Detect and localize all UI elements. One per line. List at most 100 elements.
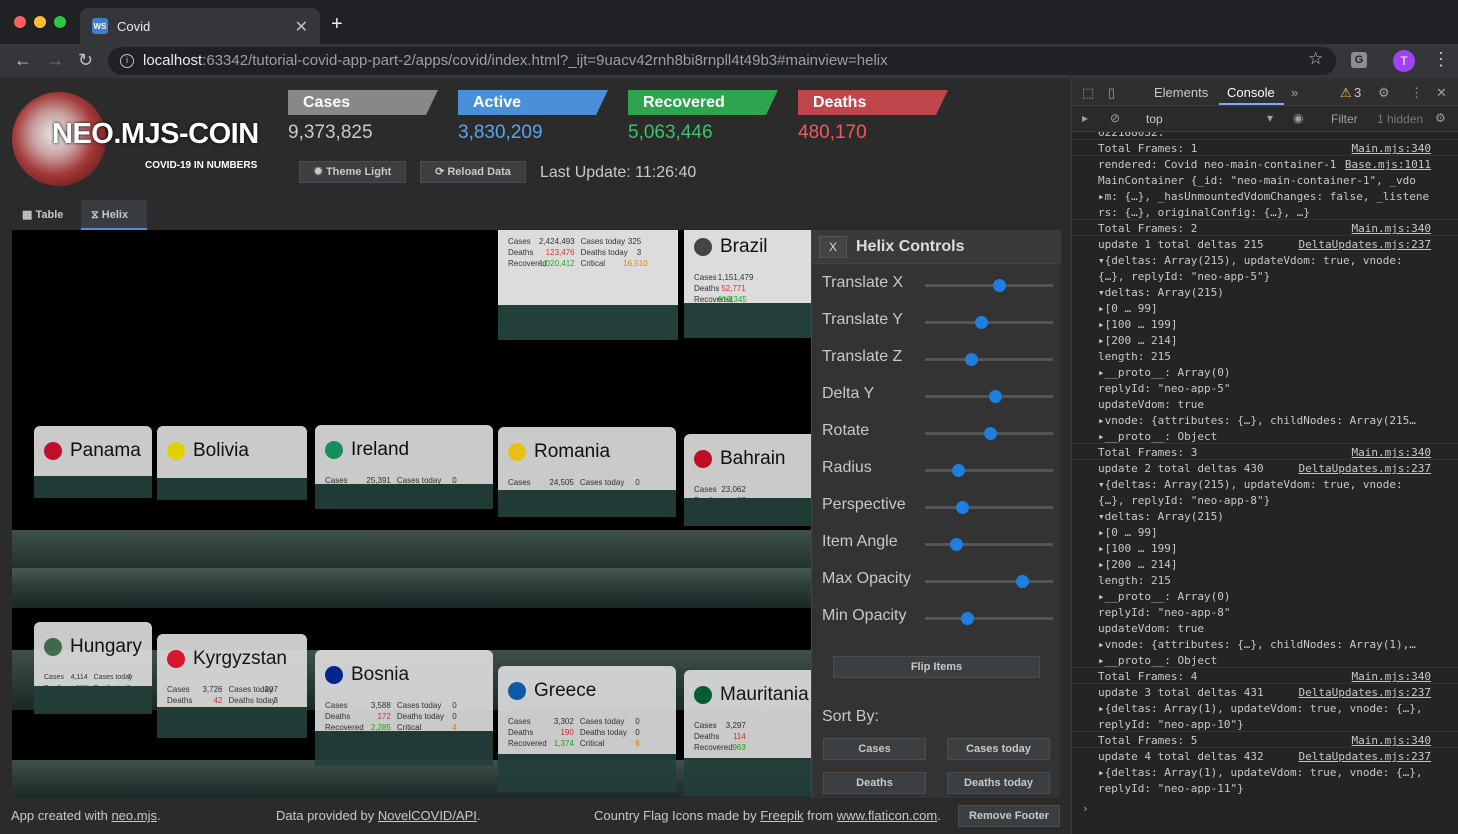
slider-translate-y[interactable]: Translate Y [812, 307, 1061, 337]
country-card[interactable]: Mauritania Cases 3,297 Deaths 114 Recovered96… [684, 670, 812, 796]
address-bar[interactable]: i localhost:63342/tutorial-covid-app-par… [108, 47, 1336, 75]
slider-translate-x[interactable]: Translate X [812, 270, 1061, 300]
country-card[interactable]: PanamaCases27,314Cases today0Deaths536De… [34, 426, 152, 498]
slider-thumb[interactable] [952, 464, 966, 477]
profile-avatar[interactable]: T [1393, 50, 1415, 72]
slider-track[interactable] [925, 464, 1053, 477]
eye-icon[interactable]: ◉ [1293, 111, 1303, 125]
log-source-link[interactable]: Main.mjs:340 [1352, 670, 1431, 683]
close-controls-button[interactable]: X [819, 236, 847, 258]
slider-track[interactable] [925, 390, 1053, 403]
country-card[interactable]: RomaniaCases24,505Cases today0Deaths1,53… [498, 427, 676, 517]
country-card[interactable]: IrelandCases25,391Cases today0Deaths1,72… [315, 425, 493, 509]
tab-elements[interactable]: Elements [1154, 85, 1208, 100]
inspect-icon[interactable]: ⬚ [1082, 85, 1094, 101]
slider-item-angle[interactable]: Item Angle [812, 529, 1061, 559]
log-source-link[interactable]: Base.mjs:1011 [1345, 158, 1431, 171]
slider-perspective[interactable]: Perspective [812, 492, 1061, 522]
close-devtools-icon[interactable]: ✕ [1436, 85, 1447, 101]
slider-thumb[interactable] [1016, 575, 1030, 588]
log-source-link[interactable]: DeltaUpdates.mjs:237 [1299, 750, 1431, 763]
slider-track[interactable] [925, 427, 1053, 440]
log-source-link[interactable]: DeltaUpdates.mjs:237 [1299, 462, 1431, 475]
sidebar-toggle-icon[interactable]: ▸ [1082, 111, 1088, 125]
settings-gear-icon[interactable]: ⚙ [1378, 85, 1390, 101]
slider-radius[interactable]: Radius [812, 455, 1061, 485]
slider-thumb[interactable] [965, 353, 979, 366]
slider-thumb[interactable] [989, 390, 1003, 403]
new-tab-icon[interactable]: + [331, 13, 343, 36]
bookmark-star-icon[interactable]: ☆ [1308, 49, 1323, 69]
forward-icon[interactable]: → [46, 50, 64, 71]
slider-thumb[interactable] [956, 501, 970, 514]
filter-input[interactable]: Filter [1331, 112, 1358, 126]
country-card[interactable]: Bosnia Cases 3,588 Cases today 0 Deaths 172 Dea… [315, 650, 493, 766]
country-card[interactable]: BoliviaCases26,389Cases today896Deaths84… [157, 426, 307, 500]
log-source-link[interactable]: Main.mjs:340 [1352, 734, 1431, 747]
country-card[interactable]: HungaryCases4,114Cases today7Deaths576De… [34, 622, 152, 714]
browser-menu-icon[interactable]: ⋮ [1432, 49, 1450, 70]
flip-items-button[interactable]: Flip Items [833, 656, 1040, 678]
tab-console[interactable]: Console [1227, 85, 1275, 100]
tab-helix[interactable]: ⧖ Helix [81, 200, 147, 230]
extension-icon[interactable]: G [1351, 52, 1367, 68]
slider-track[interactable] [925, 279, 1053, 292]
more-tabs-icon[interactable]: » [1291, 85, 1298, 100]
close-window-button[interactable] [14, 16, 26, 28]
log-source-link[interactable]: DeltaUpdates.mjs:237 [1299, 686, 1431, 699]
slider-thumb[interactable] [961, 612, 975, 625]
slider-track[interactable] [925, 538, 1053, 551]
sort-cases-today-button[interactable]: Cases today [947, 738, 1050, 760]
country-card[interactable]: Greece Cases 3,302 Cases today 0 Deaths 190 Dea… [498, 666, 676, 792]
devtools-menu-icon[interactable]: ⋮ [1410, 85, 1423, 101]
sort-deaths-button[interactable]: Deaths [823, 772, 926, 794]
log-source-link[interactable]: Main.mjs:340 [1352, 142, 1431, 155]
slider-track[interactable] [925, 316, 1053, 329]
slider-track[interactable] [925, 612, 1053, 625]
slider-thumb[interactable] [993, 279, 1007, 292]
context-dropdown-icon[interactable]: ▾ [1267, 111, 1273, 125]
context-select[interactable]: top [1146, 112, 1163, 126]
flaticon-link[interactable]: www.flaticon.com [837, 808, 937, 823]
country-card[interactable]: BahrainCases23,062Deaths67Recovered17,45… [684, 434, 812, 526]
theme-light-button[interactable]: ✹ Theme Light [299, 161, 406, 183]
sort-deaths-today-button[interactable]: Deaths today [947, 772, 1050, 794]
device-toggle-icon[interactable]: ▯ [1108, 85, 1115, 101]
slider-thumb[interactable] [984, 427, 998, 440]
novelcovid-link[interactable]: NovelCOVID/API [378, 808, 477, 823]
slider-delta-y[interactable]: Delta Y [812, 381, 1061, 411]
slider-track[interactable] [925, 501, 1053, 514]
neo-mjs-link[interactable]: neo.mjs [111, 808, 157, 823]
log-source-link[interactable]: Main.mjs:340 [1352, 446, 1431, 459]
minimize-window-button[interactable] [34, 16, 46, 28]
slider-translate-z[interactable]: Translate Z [812, 344, 1061, 374]
console-prompt[interactable]: › [1082, 802, 1089, 815]
console-settings-icon[interactable]: ⚙ [1435, 111, 1446, 125]
helix-view[interactable]: Cases 2,424,493 Cases today 325 Deaths 123,47… [12, 230, 812, 798]
warning-icon[interactable]: ⚠ [1340, 85, 1352, 101]
slider-rotate[interactable]: Rotate [812, 418, 1061, 448]
slider-track[interactable] [925, 353, 1053, 366]
console-log[interactable]: 622188032. Total Frames: 1 Main.mjs:340 ren… [1072, 132, 1458, 834]
reload-data-button[interactable]: ⟳ Reload Data [420, 161, 526, 183]
clear-console-icon[interactable]: ⊘ [1110, 111, 1120, 125]
slider-thumb[interactable] [975, 316, 989, 329]
log-source-link[interactable]: DeltaUpdates.mjs:237 [1299, 238, 1431, 251]
info-icon[interactable]: i [120, 54, 134, 68]
slider-max-opacity[interactable]: Max Opacity [812, 566, 1061, 596]
country-card[interactable]: Cases 2,424,493 Cases today 325 Deaths 123,47… [498, 230, 678, 340]
freepik-link[interactable]: Freepik [760, 808, 803, 823]
sort-cases-button[interactable]: Cases [823, 738, 926, 760]
slider-min-opacity[interactable]: Min Opacity [812, 603, 1061, 633]
slider-track[interactable] [925, 575, 1053, 588]
close-tab-icon[interactable]: ✕ [295, 17, 308, 37]
country-card[interactable]: Brazil Cases1,151,479 Deaths 52,771 Recovere… [684, 230, 812, 338]
back-icon[interactable]: ← [14, 50, 32, 71]
maximize-window-button[interactable] [54, 16, 66, 28]
country-card[interactable]: Kyrgyzstan Cases 3,726 Cases today207 Deaths… [157, 634, 307, 738]
log-source-link[interactable]: Main.mjs:340 [1352, 222, 1431, 235]
remove-footer-button[interactable]: Remove Footer [958, 805, 1060, 827]
slider-thumb[interactable] [949, 538, 963, 551]
reload-icon[interactable]: ↻ [78, 50, 93, 71]
tab-table[interactable]: ▦ Table [12, 200, 80, 230]
